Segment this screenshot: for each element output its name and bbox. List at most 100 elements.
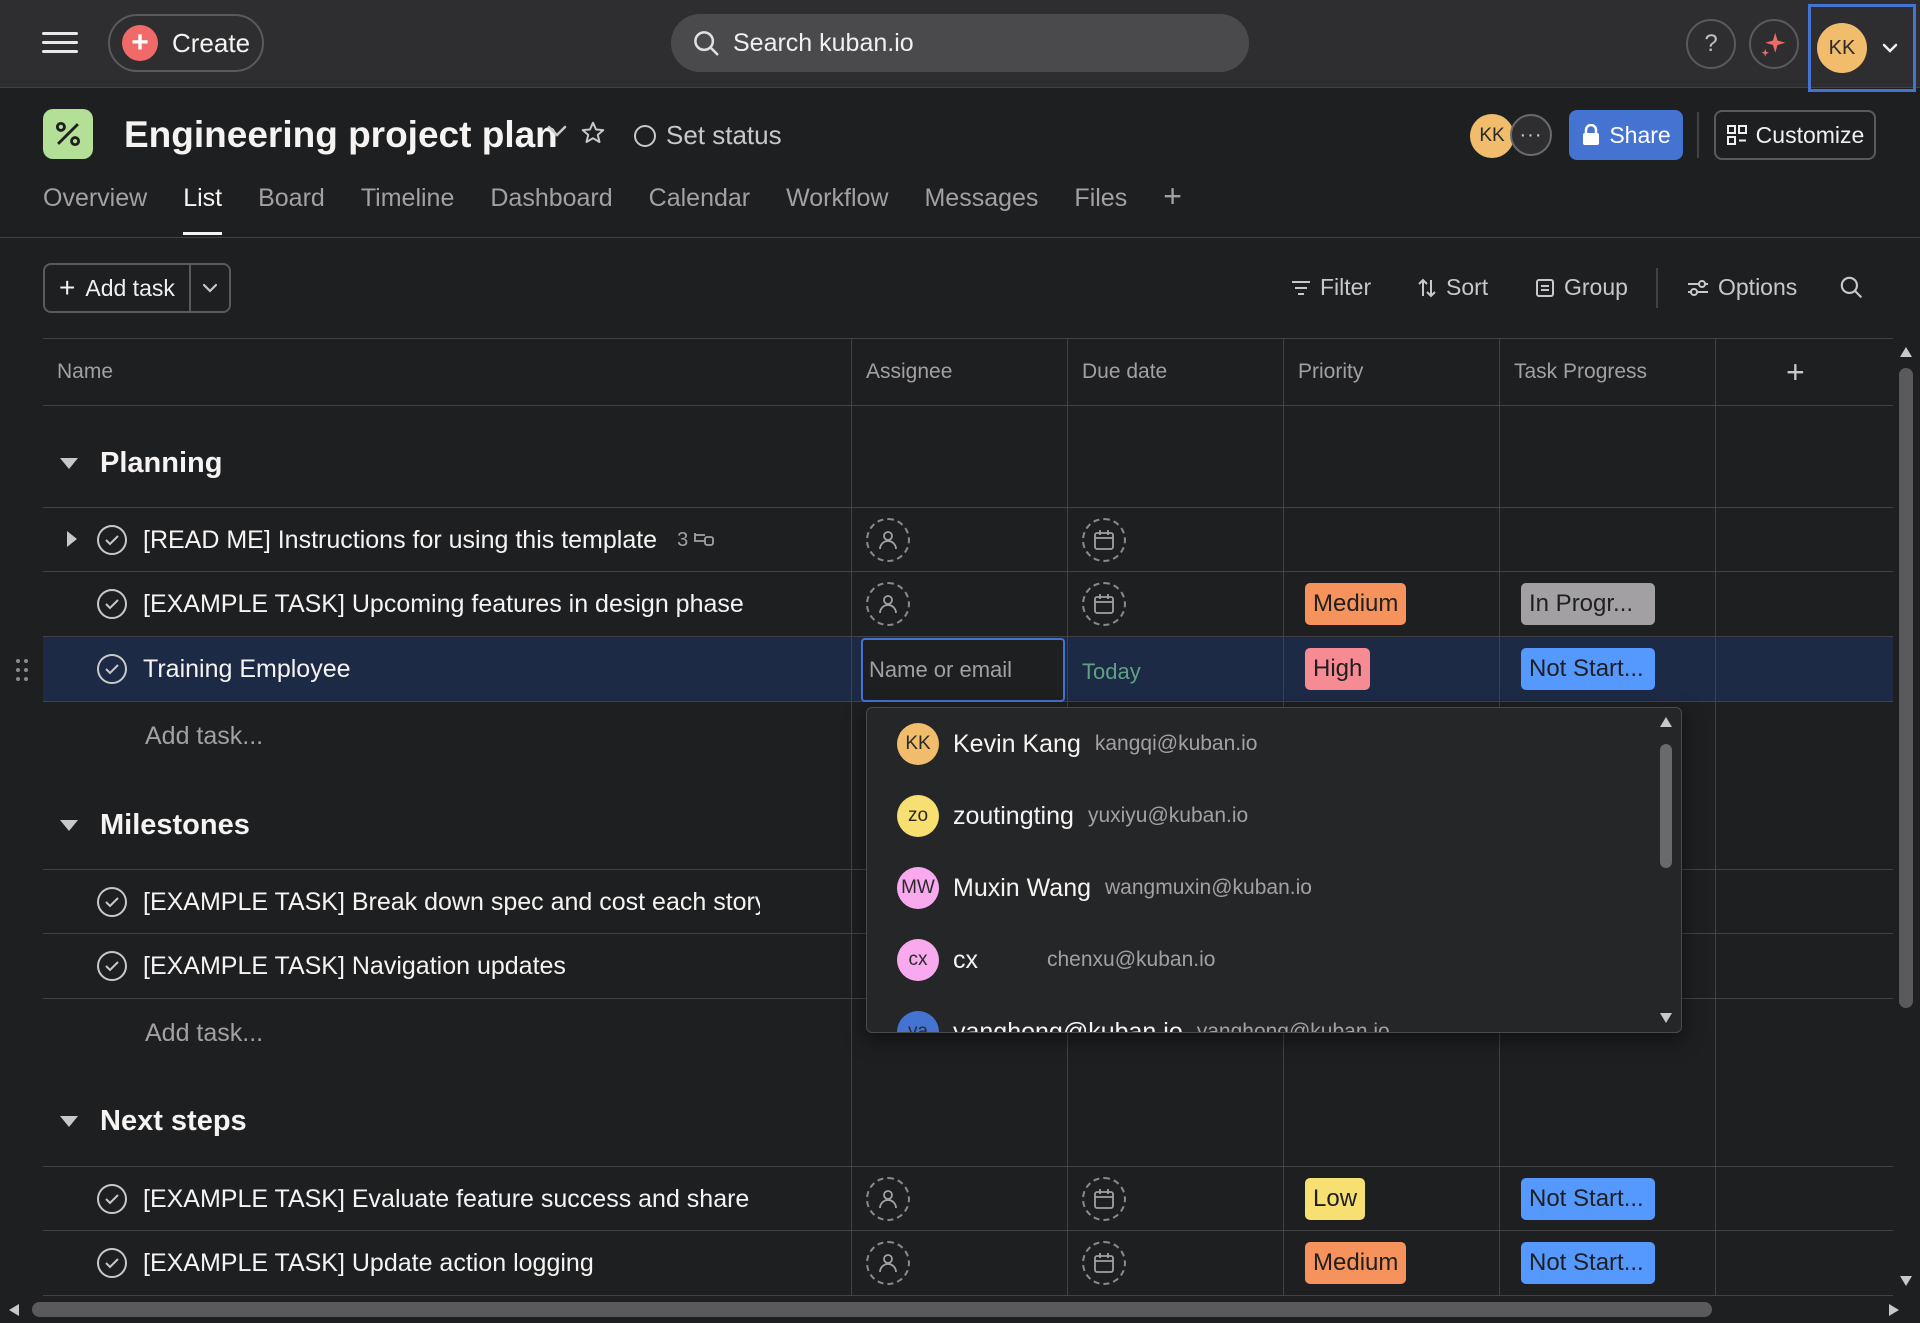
calendar-icon[interactable] xyxy=(1082,1241,1126,1285)
sort-button[interactable]: Sort xyxy=(1416,274,1488,301)
task-title[interactable]: [EXAMPLE TASK] Navigation updates xyxy=(143,934,761,998)
horizontal-scrollbar[interactable] xyxy=(0,1296,1920,1323)
help-button[interactable]: ? xyxy=(1686,19,1736,69)
assignee-option[interactable]: MW Muxin Wang wangmuxin@kuban.io xyxy=(867,852,1647,924)
scroll-left-arrow-icon[interactable] xyxy=(8,1303,20,1317)
scroll-down-arrow-icon[interactable] xyxy=(1659,1012,1673,1024)
task-title[interactable]: [EXAMPLE TASK] Update action logging xyxy=(143,1231,761,1295)
section-header-next-steps[interactable]: Next steps xyxy=(60,1105,247,1138)
task-title[interactable]: [EXAMPLE TASK] Break down spec and cost … xyxy=(143,870,760,934)
tab-dashboard[interactable]: Dashboard xyxy=(490,184,612,235)
column-header-priority[interactable]: Priority xyxy=(1283,339,1499,405)
complete-check-icon[interactable] xyxy=(97,951,127,981)
assignee-field[interactable] xyxy=(861,638,1065,702)
add-task-dropdown[interactable] xyxy=(191,265,229,311)
group-button[interactable]: Group xyxy=(1534,274,1628,301)
complete-check-icon[interactable] xyxy=(97,525,127,555)
calendar-icon[interactable] xyxy=(1082,1177,1126,1221)
table-row[interactable]: [EXAMPLE TASK] Evaluate feature success … xyxy=(43,1166,1893,1231)
scroll-up-arrow-icon[interactable] xyxy=(1659,716,1673,728)
assignee-placeholder-icon[interactable] xyxy=(866,1241,910,1285)
progress-badge[interactable]: In Progr... xyxy=(1521,583,1655,625)
set-status-button[interactable]: Set status xyxy=(634,120,782,151)
add-column-icon[interactable]: + xyxy=(1715,339,1893,405)
table-row[interactable]: [EXAMPLE TASK] Update action logging Med… xyxy=(43,1231,1893,1296)
add-task-link[interactable]: Add task... xyxy=(145,722,263,751)
assignee-placeholder-icon[interactable] xyxy=(866,582,910,626)
assignee-placeholder-icon[interactable] xyxy=(866,1177,910,1221)
scroll-down-arrow-icon[interactable] xyxy=(1899,1275,1913,1287)
complete-check-icon[interactable] xyxy=(97,887,127,917)
progress-badge[interactable]: Not Start... xyxy=(1521,1242,1655,1284)
calendar-icon[interactable] xyxy=(1082,518,1126,562)
progress-badge[interactable]: Not Start... xyxy=(1521,1178,1655,1220)
project-members[interactable]: KK ··· xyxy=(1470,114,1552,158)
drag-handle-icon[interactable] xyxy=(14,657,30,683)
assignee-option[interactable]: KK Kevin Kang kangqi@kuban.io xyxy=(867,708,1647,780)
due-date-value[interactable]: Today xyxy=(1082,659,1141,685)
subtask-count[interactable]: 3 xyxy=(677,529,716,552)
progress-badge[interactable]: Not Start... xyxy=(1521,648,1655,690)
table-row[interactable]: [READ ME] Instructions for using this te… xyxy=(43,507,1893,572)
tab-messages[interactable]: Messages xyxy=(924,184,1038,235)
tab-board[interactable]: Board xyxy=(258,184,325,235)
project-menu-chevron-icon[interactable] xyxy=(546,124,568,138)
filter-button[interactable]: Filter xyxy=(1290,274,1371,301)
add-task-button[interactable]: + Add task xyxy=(45,265,191,311)
section-header-planning[interactable]: Planning xyxy=(60,447,222,480)
task-title[interactable]: [EXAMPLE TASK] Upcoming features in desi… xyxy=(143,572,760,636)
table-search-button[interactable] xyxy=(1838,274,1864,300)
tab-files[interactable]: Files xyxy=(1074,184,1127,235)
priority-badge[interactable]: Medium xyxy=(1305,583,1407,625)
add-tab-icon[interactable]: + xyxy=(1163,180,1182,235)
vertical-scrollbar[interactable] xyxy=(1893,338,1920,1293)
scroll-up-arrow-icon[interactable] xyxy=(1899,346,1913,358)
calendar-icon[interactable] xyxy=(1082,582,1126,626)
priority-badge[interactable]: Low xyxy=(1305,1178,1366,1220)
assignee-option[interactable]: zo zoutingting yuxiyu@kuban.io xyxy=(867,780,1647,852)
collapse-triangle-icon[interactable] xyxy=(60,820,78,831)
assignee-option[interactable]: ya yanghong@kuban.io yanghong@kuban.io xyxy=(867,996,1647,1032)
tab-list[interactable]: List xyxy=(183,184,223,235)
customize-button[interactable]: Customize xyxy=(1714,110,1876,160)
complete-check-icon[interactable] xyxy=(97,1248,127,1278)
options-button[interactable]: Options xyxy=(1686,274,1797,301)
expand-subtasks-icon[interactable] xyxy=(67,531,77,547)
menu-icon[interactable] xyxy=(40,26,80,62)
star-icon[interactable] xyxy=(580,120,606,146)
horizontal-scroll-thumb[interactable] xyxy=(32,1302,1712,1317)
add-task-link[interactable]: Add task... xyxy=(145,1019,263,1048)
complete-check-icon[interactable] xyxy=(97,1184,127,1214)
tab-timeline[interactable]: Timeline xyxy=(361,184,455,235)
share-button[interactable]: Share xyxy=(1569,110,1683,160)
scroll-right-arrow-icon[interactable] xyxy=(1888,1303,1900,1317)
dropdown-scrollbar[interactable] xyxy=(1651,708,1681,1032)
complete-check-icon[interactable] xyxy=(97,654,127,684)
assignee-placeholder-icon[interactable] xyxy=(866,518,910,562)
tab-calendar[interactable]: Calendar xyxy=(649,184,750,235)
collapse-triangle-icon[interactable] xyxy=(60,458,78,469)
task-name[interactable]: [READ ME] Instructions for using this te… xyxy=(143,508,761,572)
create-button[interactable]: + Create xyxy=(108,14,264,72)
ai-sparkle-button[interactable] xyxy=(1749,19,1799,69)
dropdown-scroll-thumb[interactable] xyxy=(1660,744,1672,868)
task-title[interactable]: Training Employee xyxy=(143,637,761,701)
table-row[interactable]: [EXAMPLE TASK] Upcoming features in desi… xyxy=(43,572,1893,637)
account-menu-button[interactable]: KK xyxy=(1808,4,1916,92)
search-bar[interactable]: Search kuban.io xyxy=(671,14,1249,72)
column-header-task-progress[interactable]: Task Progress xyxy=(1499,339,1715,405)
column-header-due-date[interactable]: Due date xyxy=(1067,339,1283,405)
tab-workflow[interactable]: Workflow xyxy=(786,184,888,235)
column-header-assignee[interactable]: Assignee xyxy=(851,339,1067,405)
complete-check-icon[interactable] xyxy=(97,589,127,619)
assignee-search-input[interactable] xyxy=(869,657,1049,683)
task-title[interactable]: [EXAMPLE TASK] Evaluate feature success … xyxy=(143,1167,761,1231)
section-header-milestones[interactable]: Milestones xyxy=(60,809,250,842)
collapse-triangle-icon[interactable] xyxy=(60,1116,78,1127)
priority-badge[interactable]: Medium xyxy=(1305,1242,1407,1284)
priority-badge[interactable]: High xyxy=(1305,648,1371,690)
vertical-scroll-thumb[interactable] xyxy=(1899,368,1913,1008)
tab-overview[interactable]: Overview xyxy=(43,184,147,235)
column-header-name[interactable]: Name xyxy=(43,339,851,405)
assignee-option[interactable]: cx cx chenxu@kuban.io xyxy=(867,924,1647,996)
